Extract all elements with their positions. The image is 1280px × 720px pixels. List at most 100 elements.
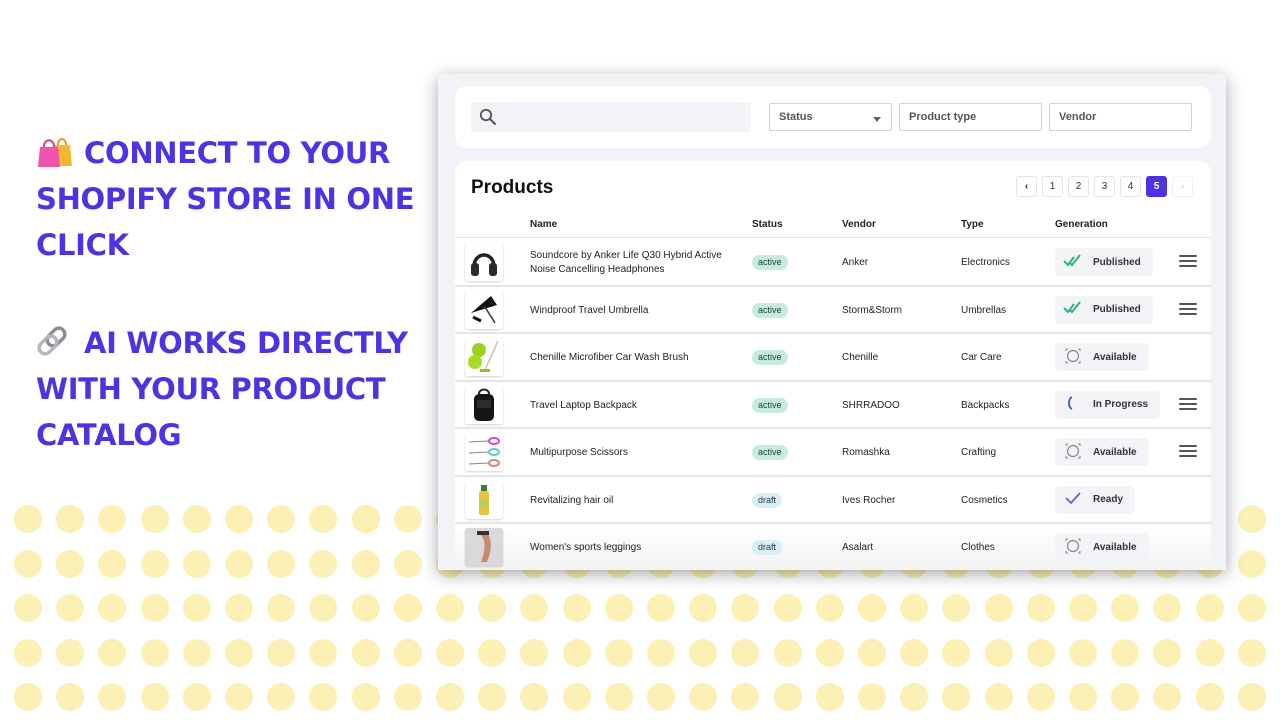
table-row[interactable]: Chenille Microfiber Car Wash Brush active… <box>455 334 1211 382</box>
background-dot <box>351 550 380 578</box>
product-vendor: Asalart <box>842 542 874 553</box>
background-dot <box>182 683 211 711</box>
generation-status-button[interactable]: Ready <box>1055 485 1136 514</box>
column-header-status[interactable]: Status <box>752 219 783 230</box>
vendor-filter-input[interactable]: Vendor <box>1049 103 1192 131</box>
pagination-page-5[interactable]: 5 <box>1146 176 1167 197</box>
status-badge: active <box>752 445 788 460</box>
pagination-next-button[interactable]: › <box>1172 176 1193 197</box>
search-box[interactable] <box>471 102 751 132</box>
status-badge: active <box>752 350 788 365</box>
background-dot <box>1026 594 1055 622</box>
product-vendor: Chenille <box>842 352 879 363</box>
background-dot <box>140 550 169 578</box>
search-input[interactable] <box>505 102 745 132</box>
column-header-name[interactable]: Name <box>530 219 557 230</box>
app-window: Status Product type Vendor Products ‹ 1 … <box>438 74 1226 570</box>
page-title: Products <box>471 177 554 198</box>
table-row[interactable]: Windproof Travel Umbrella active Storm&Sto… <box>455 286 1211 334</box>
background-dot <box>1195 594 1224 622</box>
table-row[interactable]: Women's sports leggings draft Asalart Cloth… <box>455 524 1211 570</box>
generation-status-label: Ready <box>1093 494 1124 505</box>
pagination-page-4[interactable]: 4 <box>1120 176 1141 197</box>
table-row[interactable]: Travel Laptop Backpack active SHRRADOO Back… <box>455 381 1211 429</box>
background-dot <box>1195 683 1224 711</box>
product-thumbnail-umbrella[interactable] <box>465 290 503 329</box>
table-row[interactable]: Soundcore by Anker Life Q30 Hybrid Activ… <box>455 239 1211 287</box>
promo-slide: CONNECT TO YOUR SHOPIFY STORE IN ONE CLI… <box>0 0 1280 720</box>
background-dot <box>984 594 1013 622</box>
product-name[interactable]: Multipurpose Scissors <box>530 446 740 460</box>
background-dot <box>731 639 760 667</box>
background-dot <box>900 683 929 711</box>
product-vendor: Ives Rocher <box>842 494 896 506</box>
background-dot <box>14 594 42 622</box>
background-dot <box>858 683 886 711</box>
menu-icon[interactable] <box>1179 397 1197 412</box>
product-thumbnail-car-wash-brush[interactable] <box>465 338 503 376</box>
background-dot <box>1237 683 1266 711</box>
background-dot <box>689 683 718 711</box>
status-filter-select[interactable]: Status <box>769 103 892 131</box>
column-header-vendor[interactable]: Vendor <box>842 219 876 230</box>
background-dot <box>56 505 85 533</box>
generation-status-button[interactable]: In Progress <box>1055 390 1161 419</box>
circle-focus-icon <box>1063 443 1083 462</box>
generation-status-label: Available <box>1093 351 1137 363</box>
menu-icon[interactable] <box>1179 445 1197 459</box>
product-name[interactable]: Women's sports leggings <box>530 541 740 555</box>
menu-icon[interactable] <box>1179 302 1197 317</box>
status-badge: active <box>752 397 788 413</box>
background-dot <box>98 639 127 667</box>
background-dot <box>604 639 633 667</box>
background-dot <box>14 505 42 533</box>
background-dot <box>309 550 338 578</box>
background-dot <box>478 639 507 667</box>
background-dot <box>393 683 422 711</box>
pagination-page-1[interactable]: 1 <box>1042 176 1063 197</box>
background-dot <box>900 594 929 622</box>
background-dot <box>140 505 169 533</box>
generation-status-button[interactable]: Published <box>1055 248 1153 276</box>
product-type: Crafting <box>961 447 997 458</box>
background-dot <box>562 683 591 711</box>
product-name[interactable]: Travel Laptop Backpack <box>530 399 740 413</box>
background-dot <box>562 639 591 667</box>
generation-status-button[interactable]: Available <box>1055 343 1149 371</box>
column-header-generation[interactable]: Generation <box>1055 219 1108 230</box>
pagination-page-3[interactable]: 3 <box>1094 176 1115 197</box>
product-type-filter-input[interactable]: Product type <box>899 103 1042 131</box>
pagination-page-2[interactable]: 2 <box>1068 176 1089 197</box>
background-dot <box>773 639 802 667</box>
background-dot <box>858 594 886 622</box>
background-dot <box>984 639 1013 667</box>
generation-status-label: In Progress <box>1093 399 1149 410</box>
pagination: ‹ 1 2 3 4 5 › <box>1016 176 1193 197</box>
table-row[interactable]: Multipurpose Scissors active Romashka Craft… <box>455 429 1211 477</box>
background-dot <box>731 683 760 711</box>
background-dot <box>98 683 127 711</box>
generation-status-button[interactable]: Published <box>1055 295 1153 324</box>
product-thumbnail-backpack[interactable] <box>465 385 503 424</box>
product-name[interactable]: Windproof Travel Umbrella <box>530 304 740 318</box>
menu-icon[interactable] <box>1179 255 1197 269</box>
column-header-type[interactable]: Type <box>961 219 984 230</box>
product-thumbnail-hair-oil[interactable] <box>465 480 503 519</box>
headline-connect-text: CONNECT TO YOUR SHOPIFY STORE IN ONE CLI… <box>36 136 415 262</box>
generation-status-button[interactable]: Available <box>1055 438 1149 466</box>
background-dot <box>267 639 296 667</box>
product-name[interactable]: Revitalizing hair oil <box>530 494 740 508</box>
background-dot <box>309 683 338 711</box>
background-dot <box>182 639 211 667</box>
background-dot <box>393 505 422 533</box>
status-badge: draft <box>752 540 783 555</box>
product-thumbnail-leggings[interactable] <box>465 528 503 566</box>
background-dot <box>731 594 760 622</box>
product-name[interactable]: Chenille Microfiber Car Wash Brush <box>530 351 740 365</box>
generation-status-button[interactable]: Available <box>1055 533 1149 561</box>
product-thumbnail-headphones[interactable] <box>465 243 503 281</box>
pagination-prev-button[interactable]: ‹ <box>1016 176 1037 197</box>
table-row[interactable]: Revitalizing hair oil draft Ives Rocher Cos… <box>455 476 1211 524</box>
product-thumbnail-scissors[interactable] <box>465 433 503 471</box>
product-name[interactable]: Soundcore by Anker Life Q30 Hybrid Activ… <box>530 249 740 277</box>
